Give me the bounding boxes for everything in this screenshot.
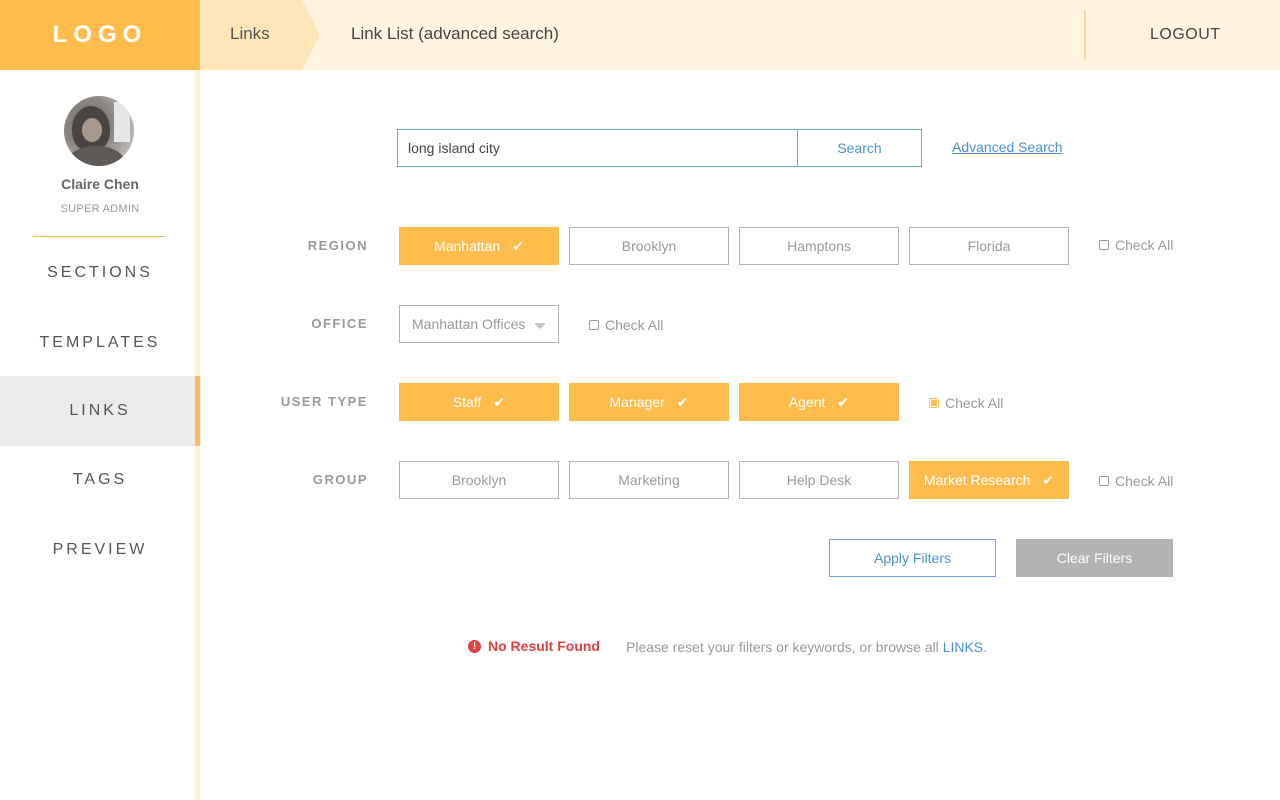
checkmark-icon: ✔	[512, 237, 524, 254]
chip-label: Florida	[967, 238, 1011, 254]
checkbox-checked-icon	[929, 398, 939, 408]
office-label: OFFICE	[311, 316, 368, 331]
reset-message-period: .	[983, 639, 988, 655]
chip-label: Agent	[788, 394, 826, 410]
user-role: SUPER ADMIN	[60, 203, 140, 215]
checkbox-icon	[1099, 240, 1109, 250]
checkmark-icon: ✔	[837, 393, 850, 410]
browse-links-link[interactable]: LINKS	[943, 639, 983, 655]
reset-message-text: Please reset your filters or keywords, o…	[626, 639, 939, 655]
check-all-label: Check All	[605, 317, 664, 333]
sidebar-divider	[33, 236, 166, 237]
top-bar: Links Link List (advanced search) LOGOUT	[200, 0, 1280, 70]
chip-label: Hamptons	[787, 238, 851, 254]
apply-filters-button[interactable]: Apply Filters	[829, 539, 996, 577]
breadcrumb-links[interactable]: Links	[230, 24, 270, 44]
chip-label: Marketing	[618, 472, 680, 488]
office-select-value: Manhattan Offices	[412, 316, 526, 332]
region-chip-hamptons[interactable]: Hamptons	[739, 227, 899, 265]
user-name: Claire Chen	[61, 176, 139, 192]
checkmark-icon: ✔	[1042, 471, 1055, 488]
region-check-all[interactable]: Check All	[1099, 237, 1173, 253]
sidebar-item-sections[interactable]: SECTIONS	[0, 238, 200, 308]
search-button[interactable]: Search	[797, 129, 922, 167]
logo-text: LOGO	[52, 21, 148, 48]
group-label: GROUP	[312, 472, 368, 487]
group-chip-help-desk[interactable]: Help Desk	[739, 461, 899, 499]
check-all-label: Check All	[1115, 473, 1174, 489]
avatar[interactable]	[64, 96, 134, 166]
checkbox-icon	[589, 320, 599, 330]
chip-label: Brooklyn	[621, 238, 677, 254]
region-chip-brooklyn[interactable]: Brooklyn	[569, 227, 729, 265]
user-type-label: USER TYPE	[280, 394, 368, 409]
user-type-chip-manager[interactable]: Manager ✔	[569, 383, 729, 421]
no-result-text: No Result Found	[488, 638, 600, 654]
exclamation-circle-icon: !	[468, 639, 481, 653]
reset-message: Please reset your filters or keywords, o…	[626, 639, 987, 655]
checkmark-icon: ✔	[676, 393, 689, 410]
chip-label: Brooklyn	[451, 472, 507, 488]
search-input[interactable]	[397, 129, 798, 167]
user-type-chip-staff[interactable]: Staff ✔	[399, 383, 559, 421]
sidebar-item-templates[interactable]: TEMPLATES	[0, 308, 200, 378]
page-title: Link List (advanced search)	[351, 24, 559, 43]
chip-label: Manhattan	[434, 238, 501, 254]
chip-label: Manager	[609, 394, 665, 410]
user-type-chip-agent[interactable]: Agent ✔	[739, 383, 899, 421]
region-chip-manhattan[interactable]: Manhattan ✔	[399, 227, 559, 265]
office-select[interactable]: Manhattan Offices	[399, 305, 559, 343]
group-check-all[interactable]: Check All	[1099, 473, 1173, 489]
header-divider	[1084, 10, 1086, 60]
checkmark-icon: ✔	[493, 393, 506, 410]
chip-label: Staff	[452, 394, 482, 410]
sidebar-item-tags[interactable]: TAGS	[0, 445, 200, 515]
sidebar-item-links[interactable]: LINKS	[0, 376, 200, 446]
sidebar-item-preview[interactable]: PREVIEW	[0, 515, 200, 585]
region-label: REGION	[307, 238, 368, 253]
group-chip-marketing[interactable]: Marketing	[569, 461, 729, 499]
advanced-search-link[interactable]: Advanced Search	[952, 139, 1063, 155]
clear-filters-button[interactable]: Clear Filters	[1016, 539, 1173, 577]
user-type-check-all[interactable]: Check All	[929, 395, 1003, 411]
logout-button[interactable]: LOGOUT	[1150, 26, 1221, 44]
check-all-label: Check All	[945, 395, 1004, 411]
office-check-all[interactable]: Check All	[589, 317, 663, 333]
group-chip-market-research[interactable]: Market Research ✔	[909, 461, 1069, 499]
group-chip-brooklyn[interactable]: Brooklyn	[399, 461, 559, 499]
logo[interactable]: LOGO	[0, 0, 200, 70]
chip-label: Market Research	[923, 472, 1031, 488]
caret-down-icon	[534, 323, 546, 329]
check-all-label: Check All	[1115, 237, 1174, 253]
checkbox-icon	[1099, 476, 1109, 486]
no-result-message: ! No Result Found	[468, 638, 600, 654]
region-chip-florida[interactable]: Florida	[909, 227, 1069, 265]
chip-label: Help Desk	[786, 472, 852, 488]
